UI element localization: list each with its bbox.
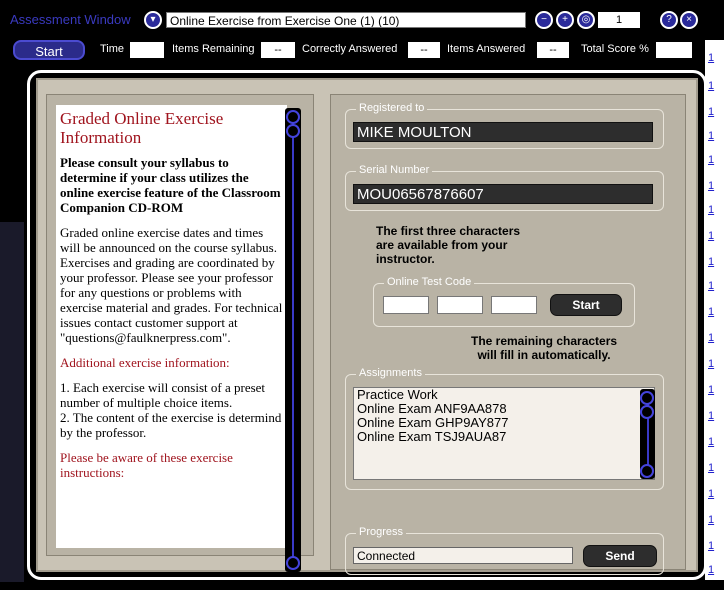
- background-link: 1: [708, 52, 715, 64]
- background-page-links: 1 1 1 1 1 1 1 1 1 1 1 1 1 1 1 1 1 1 1 1 …: [705, 40, 724, 580]
- background-link: 1: [708, 358, 715, 370]
- plus-icon[interactable]: +: [556, 11, 574, 29]
- background-link: 1: [708, 436, 715, 448]
- close-icon[interactable]: ×: [680, 11, 698, 29]
- scroll-down-icon[interactable]: [286, 556, 300, 570]
- note-line: will fill in automatically.: [477, 348, 611, 362]
- background-link: 1: [708, 280, 715, 292]
- items-remaining-value: --: [261, 42, 295, 58]
- background-link: 1: [708, 204, 715, 216]
- items-answered-label: Items Answered: [447, 43, 526, 55]
- scroll-up-icon[interactable]: [286, 110, 300, 124]
- serial-number-field: MOU06567876607: [353, 184, 653, 204]
- background-link: 1: [708, 410, 715, 422]
- note-line: instructor.: [376, 252, 435, 266]
- scroll-up-icon[interactable]: [640, 391, 654, 405]
- assignments-list[interactable]: Practice Work Online Exam ANF9AA878 Onli…: [353, 387, 655, 480]
- background-link: 1: [708, 130, 715, 142]
- info-title: Graded Online Exercise Information: [60, 109, 224, 147]
- background-link: 1: [708, 488, 715, 500]
- help-icon[interactable]: ?: [660, 11, 678, 29]
- info-item-1: 1. Each exercise will consist of a prese…: [60, 380, 266, 410]
- items-remaining-label: Items Remaining: [172, 43, 255, 55]
- background-link: 1: [708, 332, 715, 344]
- info-item-2: 2. The content of the exercise is determ…: [60, 410, 282, 440]
- chevron-down-icon[interactable]: ▾: [144, 11, 162, 29]
- background-link: 1: [708, 180, 715, 192]
- registered-name-field: MIKE MOULTON: [353, 122, 653, 142]
- page-number-field[interactable]: 1: [598, 12, 640, 28]
- info-scrollbar[interactable]: [285, 108, 301, 572]
- note-line: The remaining characters: [471, 334, 618, 348]
- total-score-label: Total Score %: [581, 43, 649, 55]
- progress-status-field: Connected: [353, 547, 573, 564]
- list-item[interactable]: Online Exam ANF9AA878: [354, 402, 654, 416]
- note-line: are available from your: [376, 238, 508, 252]
- minus-icon[interactable]: −: [535, 11, 553, 29]
- background-link: 1: [708, 384, 715, 396]
- correctly-answered-label: Correctly Answered: [302, 43, 398, 55]
- window-title: Assessment Window: [10, 12, 131, 27]
- scroll-track: [292, 122, 294, 566]
- target-icon[interactable]: ◎: [577, 11, 595, 29]
- background-link: 1: [708, 80, 715, 92]
- start-button[interactable]: Start: [13, 40, 85, 60]
- progress-legend: Progress: [356, 526, 407, 538]
- time-label: Time: [100, 43, 125, 55]
- info-warning: Please be aware of these exercise instru…: [60, 450, 233, 480]
- list-item[interactable]: Practice Work: [354, 388, 654, 402]
- list-item[interactable]: Online Exam TSJ9AUA87: [354, 430, 654, 444]
- background-link: 1: [708, 256, 715, 268]
- note-line: The first three characters: [376, 224, 521, 238]
- background-link: 1: [708, 564, 715, 576]
- items-answered-value: --: [537, 42, 569, 58]
- code-start-button[interactable]: Start: [550, 294, 622, 316]
- background-link: 1: [708, 514, 715, 526]
- info-text-area[interactable]: Graded Online Exercise Information Pleas…: [56, 105, 287, 548]
- top-bar: Assessment Window ▾ Online Exercise from…: [0, 0, 724, 64]
- exercise-title-field[interactable]: Online Exercise from Exercise One (1) (1…: [166, 12, 526, 28]
- additional-info-heading: Additional exercise information:: [60, 355, 230, 370]
- background-link: 1: [708, 306, 715, 318]
- assignments-scrollbar[interactable]: [640, 389, 655, 479]
- send-button[interactable]: Send: [583, 545, 657, 567]
- time-value: [130, 42, 164, 58]
- test-code-part-3[interactable]: [491, 296, 537, 314]
- first-characters-note: The first three characters are available…: [376, 224, 520, 266]
- remaining-characters-note: The remaining characters will fill in au…: [471, 334, 617, 362]
- total-score-value: [656, 42, 692, 58]
- scroll-thumb-icon[interactable]: [640, 405, 654, 419]
- test-code-part-1[interactable]: [383, 296, 429, 314]
- test-code-legend: Online Test Code: [384, 276, 475, 288]
- correctly-answered-value: --: [408, 42, 440, 58]
- assignments-legend: Assignments: [356, 367, 425, 379]
- info-intro: Please consult your syllabus to determin…: [60, 155, 281, 215]
- scroll-thumb-icon[interactable]: [286, 124, 300, 138]
- background-link: 1: [708, 154, 715, 166]
- background-link: 1: [708, 230, 715, 242]
- background-link: 1: [708, 462, 715, 474]
- test-code-part-2[interactable]: [437, 296, 483, 314]
- serial-legend: Serial Number: [356, 164, 433, 176]
- background-link: 1: [708, 540, 715, 552]
- scroll-down-icon[interactable]: [640, 464, 654, 478]
- background-window-edge: [0, 222, 24, 582]
- background-link: 1: [708, 106, 715, 118]
- registered-legend: Registered to: [356, 102, 428, 114]
- list-item[interactable]: Online Exam GHP9AY877: [354, 416, 654, 430]
- info-paragraph: Graded online exercise dates and times w…: [60, 225, 283, 345]
